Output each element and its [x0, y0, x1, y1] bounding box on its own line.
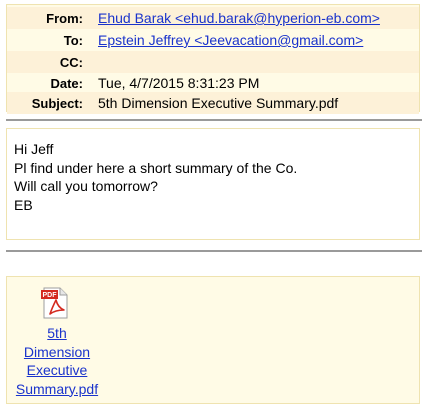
message-line: Will call you tomorrow? — [14, 178, 158, 194]
message-line: Hi Jeff — [14, 141, 54, 157]
attachment-name-line: Summary.pdf — [15, 380, 99, 397]
attachment-filename-link[interactable]: 5th Dimension Executive Summary.pdf — [7, 324, 107, 398]
to-label: To: — [63, 32, 83, 48]
pdf-badge-label: PDF — [43, 292, 58, 299]
subject-value: 5th Dimension Executive Summary.pdf — [98, 95, 339, 111]
subject-row: Subject: 5th Dimension Executive Summary… — [7, 92, 419, 114]
message-line: Pl find under here a short summary of th… — [14, 159, 298, 176]
date-row: Date: Tue, 4/7/2015 8:31:23 PM — [7, 72, 419, 94]
date-label: Date: — [50, 75, 83, 91]
attachments-panel: PDF 5th Dimension Executive Summary.pdf — [6, 276, 420, 404]
header-divider — [6, 119, 422, 121]
subject-label: Subject: — [31, 95, 83, 111]
body-divider — [6, 250, 422, 252]
attachment-name-line: Dimension — [23, 343, 91, 360]
to-value-link[interactable]: Epstein Jeffrey <Jeevacation@gmail.com> — [98, 32, 363, 48]
message-line: EB — [14, 196, 33, 213]
to-row: To: Epstein Jeffrey <Jeevacation@gmail.c… — [7, 29, 419, 51]
from-label: From: — [46, 10, 83, 26]
attachment-name-line: 5th — [47, 325, 67, 341]
cc-label: CC: — [59, 54, 83, 70]
from-row: From: Ehud Barak <ehud.barak@hyperion-eb… — [7, 7, 419, 29]
email-header: From: Ehud Barak <ehud.barak@hyperion-eb… — [6, 4, 420, 114]
message-body: Hi Jeff Pl find under here a short summa… — [6, 128, 420, 240]
cc-row: CC: — [7, 51, 419, 73]
attachment-item[interactable]: PDF 5th Dimension Executive Summary.pdf — [7, 285, 107, 400]
pdf-file-icon: PDF — [41, 287, 68, 319]
from-value-link[interactable]: Ehud Barak <ehud.barak@hyperion-eb.com> — [98, 10, 380, 26]
attachment-name-line: Executive — [26, 362, 88, 378]
date-value: Tue, 4/7/2015 8:31:23 PM — [98, 75, 260, 91]
